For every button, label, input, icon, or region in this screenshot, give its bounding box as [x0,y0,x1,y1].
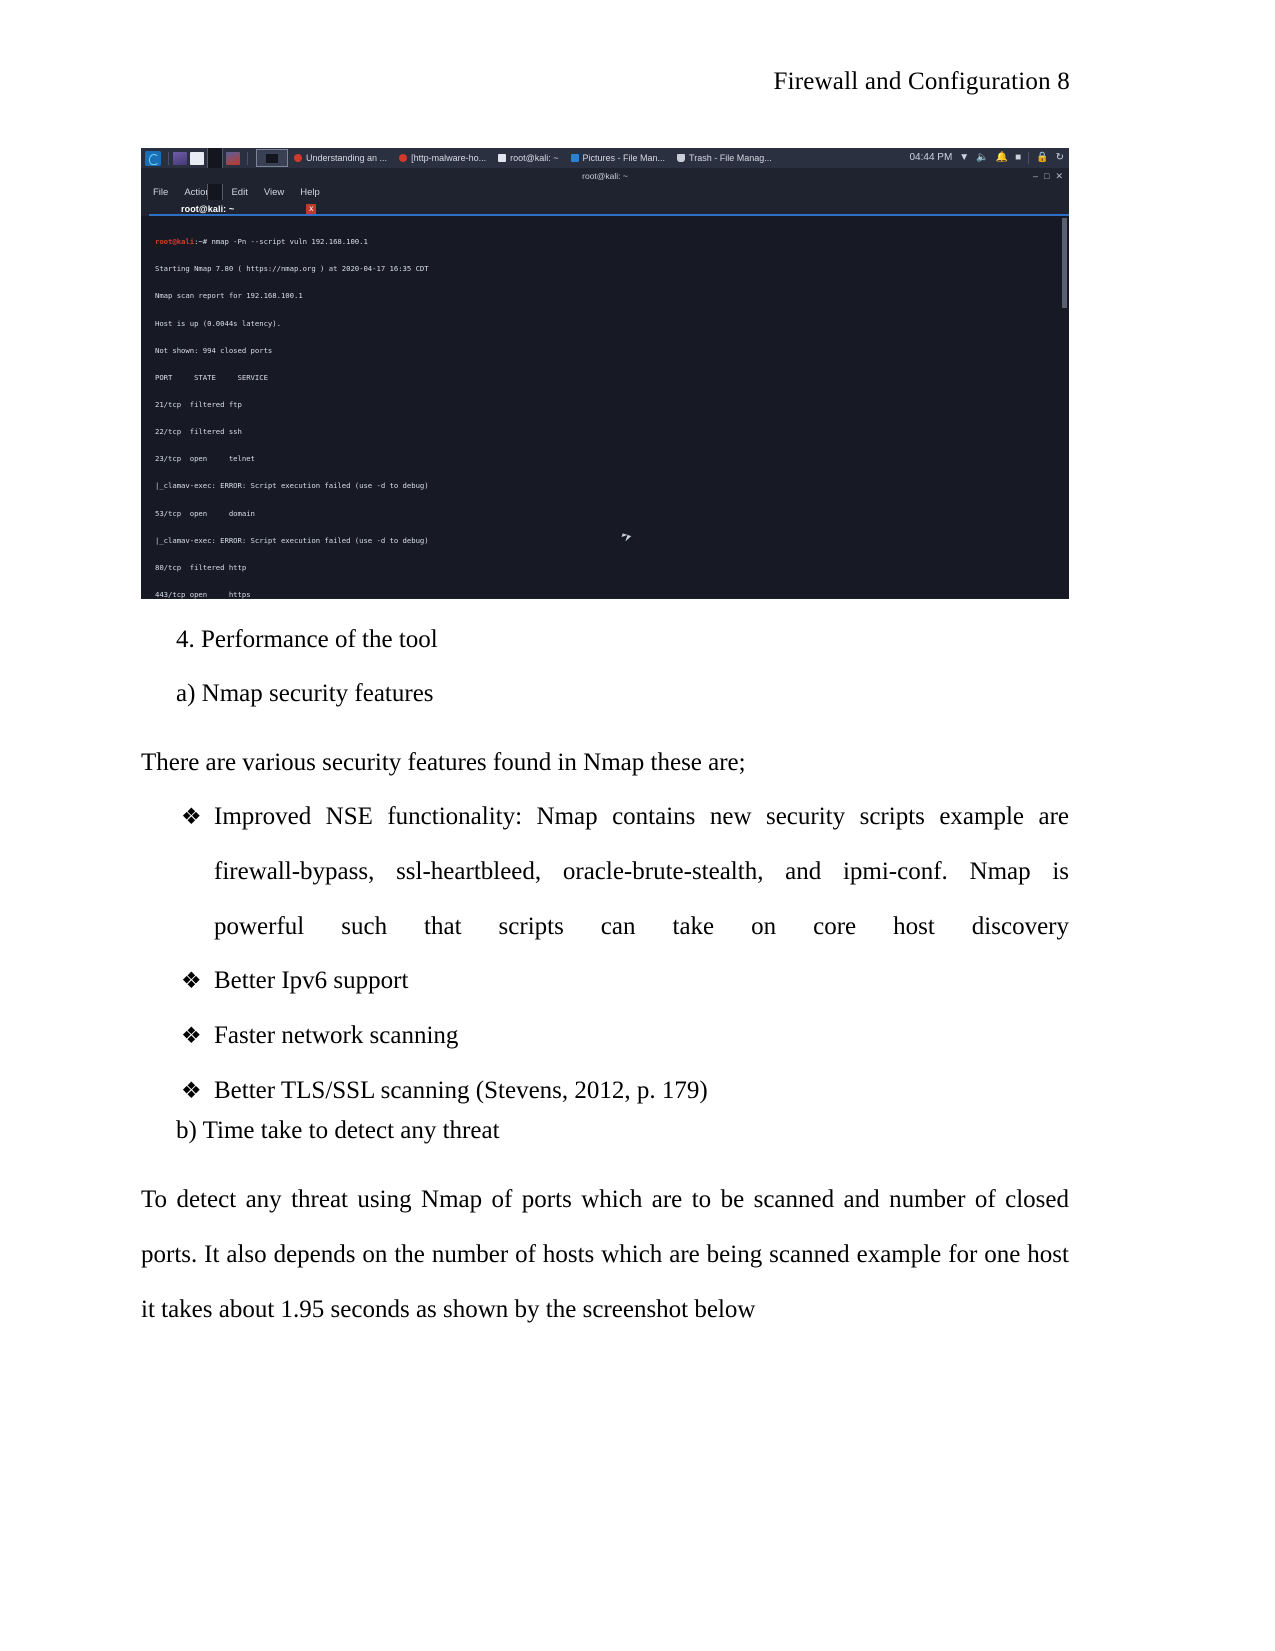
running-head: Firewall and Configuration 8 [773,68,1070,95]
burp-icon[interactable] [226,151,240,165]
app-purple-icon[interactable] [173,151,187,165]
prompt-command: :~# nmap -Pn --script vuln 192.168.100.1 [194,237,368,247]
taskbar-window-label: Pictures - File Man... [582,153,666,163]
list-item: ❖ Faster network scanning [181,1008,1069,1063]
terminal-line: |_clamav-exec: ERROR: Script execution f… [155,535,429,545]
terminal-output[interactable]: root@kali:~# nmap -Pn --script vuln 192.… [141,216,1069,599]
paragraph-closing: To detect any threat using Nmap of ports… [141,1186,1069,1323]
terminal-line: PORT STATE SERVICE [155,372,268,382]
taskbar-window-root-kali[interactable]: root@kali: ~ [498,153,559,163]
taskbar-window-pictures[interactable]: Pictures - File Man... [570,153,666,163]
taskbar-window-understanding[interactable]: Understanding an ... [294,153,387,163]
notification-bell-icon[interactable]: 🔔 [996,153,1008,163]
window-controls[interactable]: – □ ✕ [1033,170,1063,182]
bullet-diamond-icon: ❖ [181,968,202,993]
heading-nmap-security-features: a) Nmap security features [176,680,434,707]
document-page: Firewall and Configuration 8 Understandi… [0,0,1275,1651]
desktop-taskbar: Understanding an ... [http-malware-ho...… [141,148,1069,349]
minimize-button[interactable]: – [1033,170,1038,182]
menu-file[interactable]: File [153,187,168,198]
close-button[interactable]: ✕ [1055,170,1063,182]
menu-help[interactable]: Help [300,187,320,198]
terminal-line: 23/tcp open telnet [155,454,255,464]
kali-dragon-icon[interactable] [145,150,161,166]
active-window-icon[interactable] [256,149,288,167]
taskbar-window-label: Trash - File Manag... [689,153,772,163]
list-item-label: Better TLS/SSL scanning (Stevens, 2012, … [214,1077,708,1104]
heading-performance-of-the-tool: 4. Performance of the tool [176,626,438,653]
trash-icon [677,154,686,162]
terminal-menubar: File Actions Edit View Help [141,184,1069,200]
tab-close-icon[interactable]: x [306,203,317,214]
taskbar-window-trash[interactable]: Trash - File Manag... [677,153,772,163]
tray-divider [1028,152,1030,164]
terminal-line: 53/tcp open domain [155,508,255,518]
terminal-scrollbar[interactable] [1062,218,1067,596]
terminal-line: Not shown: 994 closed ports [155,345,273,355]
taskbar-clock: 04:44 PM [909,152,953,163]
terminal-window-titlebar: root@kali: ~ – □ ✕ [141,168,1069,184]
list-item: ❖ Better TLS/SSL scanning (Stevens, 2012… [181,1063,1069,1118]
terminal-line: 22/tcp filtered ssh [155,427,242,437]
prompt-user: root@kali [155,237,195,247]
terminal-line: |_clamav-exec: ERROR: Script execution f… [155,481,429,491]
bullet-diamond-icon: ❖ [181,1078,202,1103]
taskbar-divider [168,151,169,165]
lock-icon[interactable]: 🔒 [1036,153,1048,163]
terminal-line: Host is up (0.0044s latency). [155,318,281,328]
power-icon[interactable]: ↻ [1056,153,1064,163]
file-manager-icon [570,154,579,162]
taskbar-divider-2 [247,151,248,165]
terminal-tab[interactable]: root@kali: ~ [181,204,234,214]
battery-icon[interactable]: ■ [1015,153,1021,163]
system-tray: 04:44 PM ▼ 🔈 🔔 ■ 🔒 ↻ [909,152,1067,164]
volume-icon[interactable]: 🔈 [976,153,988,163]
firefox-icon [399,154,408,162]
bullet-diamond-icon: ❖ [181,1023,202,1048]
terminal-tabstrip: root@kali: ~ x [141,200,1069,216]
firefox-icon [294,154,302,162]
terminal-line: Nmap scan report for 192.168.100.1 [155,291,303,301]
menu-view[interactable]: View [264,187,284,198]
terminal-icon [498,154,507,162]
list-item-label: Faster network scanning [214,1022,459,1049]
file-manager-icon[interactable] [190,151,204,165]
taskbar-window-label: [http-malware-ho... [411,153,487,163]
paragraph-intro: There are various security features foun… [141,749,746,776]
terminal-line: 21/tcp filtered ftp [155,399,242,409]
taskbar-window-http-malware[interactable]: [http-malware-ho... [399,153,486,163]
heading-time-take-to-detect-any-threat: b) Time take to detect any threat [176,1117,500,1144]
taskbar-window-label: root@kali: ~ [510,153,559,163]
terminal-prompt-line: root@kali:~# nmap -Pn --script vuln 192.… [155,237,1069,246]
window-title-text: root@kali: ~ [582,171,628,181]
menu-edit[interactable]: Edit [231,187,247,198]
embedded-screenshot-figure: Understanding an ... [http-malware-ho...… [141,148,1069,599]
maximize-button[interactable]: □ [1044,170,1049,182]
terminal-line: Starting Nmap 7.80 ( https://nmap.org ) … [155,264,429,274]
network-icon[interactable]: ▼ [959,153,969,163]
list-item: ❖ Better Ipv6 support [181,953,1069,1008]
taskbar-window-label: Understanding an ... [306,153,388,163]
bullet-diamond-icon: ❖ [181,804,202,829]
list-item-label: Better Ipv6 support [214,967,409,994]
terminal-line: 443/tcp open https [155,589,251,599]
terminal-line: 80/tcp filtered http [155,562,247,572]
